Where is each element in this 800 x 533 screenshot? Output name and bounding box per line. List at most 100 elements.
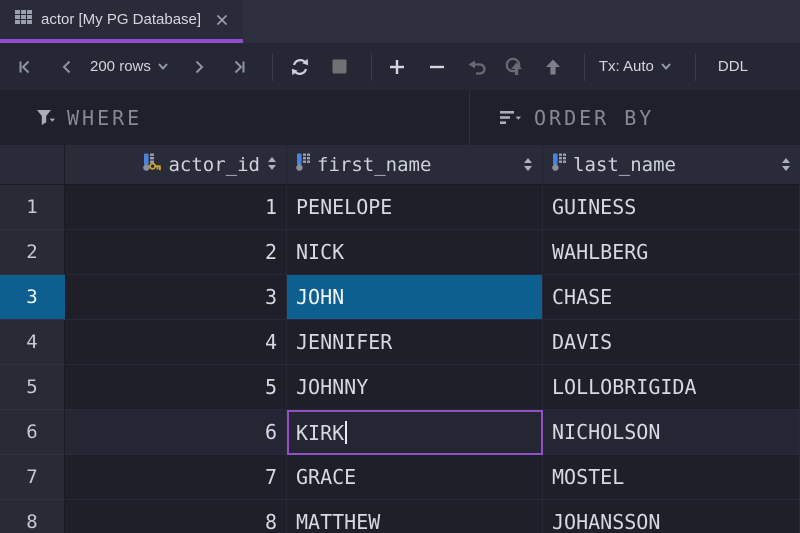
- grid-body: 1 1 PENELOPE GUINESS 22 NICK WAHLBERG 3 3 JOHNCHA…: [0, 185, 800, 533]
- column-header-actor-id[interactable]: actor_id: [65, 145, 287, 184]
- toolbar-separator: [371, 53, 372, 81]
- ddl-label: DDL: [718, 58, 748, 75]
- order-by-input[interactable]: ORDER BY: [470, 90, 800, 145]
- cell-text: GRACE: [296, 465, 356, 489]
- column-header-last-name[interactable]: last_name: [543, 145, 800, 184]
- cell-text: MOSTEL: [552, 465, 624, 489]
- row-number[interactable]: 1: [0, 185, 65, 230]
- cell-text: JOHNNY: [296, 375, 368, 399]
- editor-tab-bar: actor [My PG Database]: [0, 0, 800, 43]
- column-header-label: actor_id: [168, 154, 260, 176]
- cell-first_name[interactable]: KIRK: [287, 410, 543, 455]
- cell-first_name[interactable]: JOHN: [287, 275, 543, 320]
- sort-toggle-icon[interactable]: [523, 157, 533, 172]
- cell-first_name[interactable]: NICK: [287, 230, 543, 275]
- delete-row-button[interactable]: [424, 53, 450, 81]
- where-filter-input[interactable]: WHERE: [0, 90, 470, 145]
- cell-first_name[interactable]: JOHNNY: [287, 365, 543, 410]
- next-page-button[interactable]: [186, 53, 212, 81]
- grid-header-row: actor_id: [0, 145, 800, 185]
- order-by-placeholder: ORDER BY: [534, 106, 654, 130]
- row-number[interactable]: 8: [0, 500, 65, 533]
- reload-data-button[interactable]: [287, 53, 313, 81]
- table-grid-icon: [15, 10, 32, 30]
- where-placeholder: WHERE: [67, 106, 142, 130]
- cell-text: DAVIS: [552, 330, 612, 354]
- close-icon[interactable]: [216, 14, 228, 26]
- cell-first_name[interactable]: JENNIFER: [287, 320, 543, 365]
- cell-text: 8: [265, 510, 277, 533]
- data-grid: actor_id: [0, 145, 800, 533]
- table-row: 1 1 PENELOPE GUINESS: [0, 185, 800, 230]
- cell-text: 4: [265, 330, 277, 354]
- table-row: 3 3 JOHNCHASE: [0, 275, 800, 320]
- column-header-label: last_name: [573, 154, 676, 176]
- tab-title: actor [My PG Database]: [41, 11, 201, 28]
- table-row: 6 6 KIRK NICHOLSON: [0, 410, 800, 455]
- filter-bar: WHERE ORDER BY: [0, 90, 800, 145]
- cell-last_name[interactable]: CHASE: [543, 275, 800, 320]
- cell-actor_id[interactable]: 5: [65, 365, 287, 410]
- cell-last_name[interactable]: GUINESS: [543, 185, 800, 230]
- cell-actor_id[interactable]: 6: [65, 410, 287, 455]
- cell-first_name[interactable]: MATTHEW: [287, 500, 543, 533]
- cell-last_name[interactable]: NICHOLSON: [543, 410, 800, 455]
- add-row-button[interactable]: [384, 53, 410, 81]
- cell-last_name[interactable]: LOLLOBRIGIDA: [543, 365, 800, 410]
- text-caret: [345, 421, 347, 444]
- cell-text: NICK: [296, 240, 344, 264]
- cell-first_name[interactable]: PENELOPE: [287, 185, 543, 230]
- row-number[interactable]: 3: [0, 275, 65, 320]
- stop-button[interactable]: [327, 53, 353, 81]
- ddl-button[interactable]: DDL: [718, 58, 748, 75]
- cell-text: MATTHEW: [296, 510, 380, 533]
- first-page-button[interactable]: [12, 53, 38, 81]
- row-number[interactable]: 4: [0, 320, 65, 365]
- cell-last_name[interactable]: WAHLBERG: [543, 230, 800, 275]
- toolbar-separator: [272, 53, 273, 81]
- tab-actor-table[interactable]: actor [My PG Database]: [0, 0, 243, 43]
- table-row: 22 NICK WAHLBERG: [0, 230, 800, 275]
- previous-page-button[interactable]: [54, 53, 80, 81]
- tx-mode-selector[interactable]: Tx: Auto: [599, 58, 671, 75]
- cell-last_name[interactable]: DAVIS: [543, 320, 800, 365]
- cell-text: 6: [265, 420, 277, 444]
- page-size-label: 200 rows: [90, 58, 151, 75]
- cell-text: 7: [265, 465, 277, 489]
- column-icon: [552, 153, 566, 177]
- gutter-header[interactable]: [0, 145, 65, 184]
- toolbar-separator: [584, 53, 585, 81]
- table-row: 7 7 GRACE MOSTEL: [0, 455, 800, 500]
- cell-actor_id[interactable]: 2: [65, 230, 287, 275]
- cell-text: 1: [265, 195, 277, 219]
- revert-changes-button[interactable]: [464, 53, 490, 81]
- last-page-button[interactable]: [226, 53, 252, 81]
- row-number[interactable]: 2: [0, 230, 65, 275]
- cell-text: JENNIFER: [296, 330, 392, 354]
- sort-lines-icon: [500, 110, 522, 125]
- row-number[interactable]: 6: [0, 410, 65, 455]
- cell-last_name[interactable]: MOSTEL: [543, 455, 800, 500]
- data-editor-toolbar: 200 rows: [0, 43, 800, 90]
- cell-first_name[interactable]: GRACE: [287, 455, 543, 500]
- column-header-first-name[interactable]: first_name: [287, 145, 543, 184]
- row-number[interactable]: 7: [0, 455, 65, 500]
- cell-actor_id[interactable]: 1: [65, 185, 287, 230]
- table-row: 4 4 JENNIFER DAVIS: [0, 320, 800, 365]
- cell-text: GUINESS: [552, 195, 636, 219]
- cell-actor_id[interactable]: 4: [65, 320, 287, 365]
- page-size-selector[interactable]: 200 rows: [90, 58, 168, 75]
- submit-and-commit-button[interactable]: [502, 53, 528, 81]
- cell-text: NICHOLSON: [552, 420, 660, 444]
- sort-toggle-icon[interactable]: [267, 154, 277, 176]
- cell-actor_id[interactable]: 8: [65, 500, 287, 533]
- cell-text: JOHANSSON: [552, 510, 660, 533]
- cell-actor_id[interactable]: 3: [65, 275, 287, 320]
- sort-toggle-icon[interactable]: [781, 157, 791, 172]
- cell-actor_id[interactable]: 7: [65, 455, 287, 500]
- cell-last_name[interactable]: JOHANSSON: [543, 500, 800, 533]
- row-number[interactable]: 5: [0, 365, 65, 410]
- chevron-down-icon: [158, 63, 168, 70]
- commit-button[interactable]: [540, 53, 566, 81]
- cell-text: 3: [265, 285, 277, 309]
